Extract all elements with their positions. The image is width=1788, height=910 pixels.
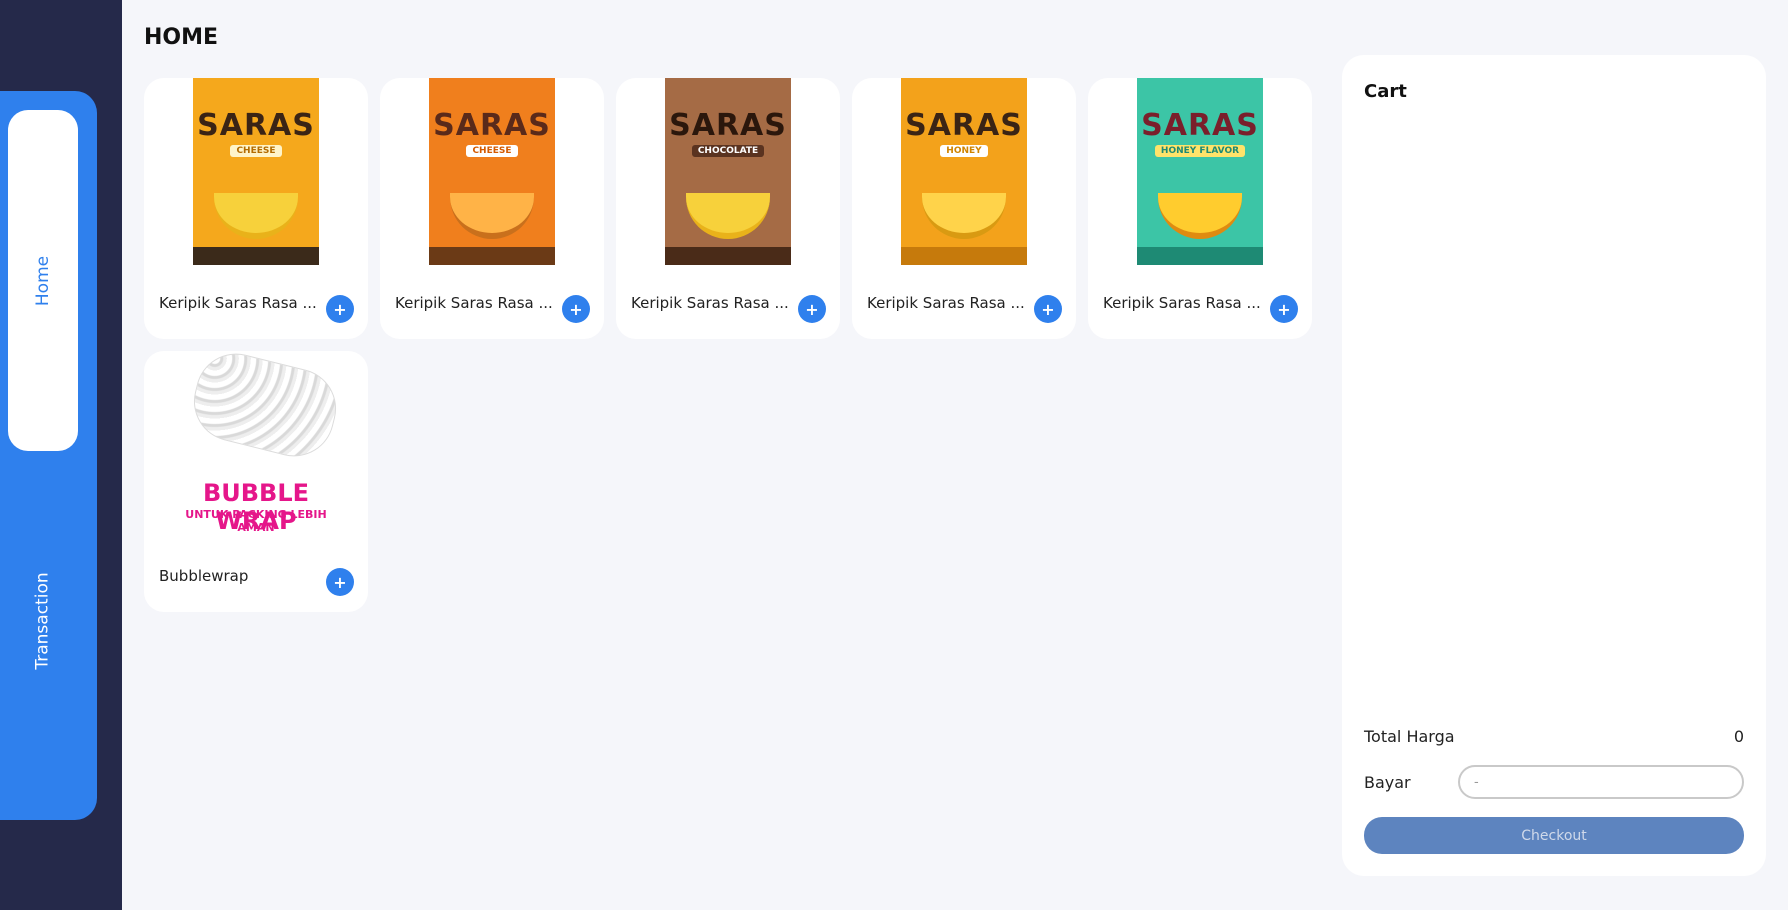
page-title: HOME xyxy=(144,25,219,50)
product-name: Bubblewrap xyxy=(159,567,249,585)
product-name: Keripik Saras Rasa ... xyxy=(867,294,1025,312)
product-name: Keripik Saras Rasa ... xyxy=(631,294,789,312)
product-image: SARAS CHEESE xyxy=(429,78,555,265)
product-image: SARAS CHEESE xyxy=(193,78,319,265)
banana-graphic xyxy=(1158,193,1242,239)
pack-flavor: HONEY xyxy=(940,145,988,157)
product-card: BUBBLE WRAP UNTUK PACKING LEBIH AMAN Bub… xyxy=(144,345,368,612)
banana-graphic xyxy=(686,193,770,239)
bubble-art-subtitle: UNTUK PACKING LEBIH AMAN xyxy=(185,508,327,534)
total-price-label: Total Harga xyxy=(1364,727,1455,746)
snack-pack-image: SARAS CHEESE xyxy=(429,78,555,265)
add-to-cart-button[interactable]: + xyxy=(326,568,354,596)
add-to-cart-button[interactable]: + xyxy=(1270,295,1298,323)
pack-brand: SARAS xyxy=(433,108,551,143)
pack-flavor: HONEY FLAVOR xyxy=(1154,145,1246,157)
checkout-button[interactable]: Checkout xyxy=(1364,817,1744,854)
product-image: SARAS CHOCOLATE xyxy=(665,78,791,265)
product-card: SARAS CHEESE Keripik Saras Rasa ... + xyxy=(380,78,604,339)
product-name: Keripik Saras Rasa ... xyxy=(395,294,553,312)
snack-pack-image: SARAS HONEY xyxy=(901,78,1027,265)
add-to-cart-button[interactable]: + xyxy=(1034,295,1062,323)
pack-flavor: CHEESE xyxy=(230,145,282,157)
pack-strip xyxy=(901,247,1027,265)
snack-pack-image: SARAS HONEY FLAVOR xyxy=(1137,78,1263,265)
add-to-cart-button[interactable]: + xyxy=(798,295,826,323)
add-to-cart-button[interactable]: + xyxy=(326,295,354,323)
pack-flavor: CHEESE xyxy=(466,145,518,157)
sidebar-item-transaction[interactable]: Transaction xyxy=(8,511,78,731)
pay-label: Bayar xyxy=(1364,773,1411,792)
sidebar-item-label: Home xyxy=(32,255,53,306)
product-image: SARAS HONEY FLAVOR xyxy=(1137,78,1263,265)
add-to-cart-button[interactable]: + xyxy=(562,295,590,323)
product-name: Keripik Saras Rasa ... xyxy=(159,294,317,312)
cart-panel: Cart Total Harga 0 Bayar Checkout xyxy=(1342,55,1766,876)
banana-graphic xyxy=(922,193,1006,239)
product-card: SARAS HONEY FLAVOR Keripik Saras Rasa ..… xyxy=(1088,78,1312,339)
snack-pack-image: SARAS CHOCOLATE xyxy=(665,78,791,265)
pack-strip xyxy=(1137,247,1263,265)
pack-strip xyxy=(193,247,319,265)
pack-strip xyxy=(665,247,791,265)
cart-title: Cart xyxy=(1364,81,1407,102)
pack-brand: SARAS xyxy=(669,108,787,143)
pack-brand: SARAS xyxy=(197,108,315,143)
bubblewrap-image: BUBBLE WRAP UNTUK PACKING LEBIH AMAN xyxy=(166,345,346,535)
product-card: SARAS HONEY Keripik Saras Rasa ... + xyxy=(852,78,1076,339)
product-card: SARAS CHOCOLATE Keripik Saras Rasa ... + xyxy=(616,78,840,339)
sidebar-item-home[interactable]: Home xyxy=(8,110,78,451)
snack-pack-image: SARAS CHEESE xyxy=(193,78,319,265)
banana-graphic xyxy=(450,193,534,239)
total-price-value: 0 xyxy=(1733,727,1744,746)
pack-brand: SARAS xyxy=(1141,108,1259,143)
banana-graphic xyxy=(214,193,298,239)
pack-flavor: CHOCOLATE xyxy=(691,145,765,157)
product-name: Keripik Saras Rasa ... xyxy=(1103,294,1261,312)
pay-input[interactable] xyxy=(1458,765,1744,799)
pack-strip xyxy=(429,247,555,265)
bubble-roll-graphic xyxy=(185,345,345,465)
product-image: SARAS HONEY xyxy=(901,78,1027,265)
product-card: SARAS CHEESE Keripik Saras Rasa ... + xyxy=(144,78,368,339)
sidebar-item-label: Transaction xyxy=(33,572,54,670)
sidebar-nav-panel: Home Transaction xyxy=(0,91,97,820)
pack-brand: SARAS xyxy=(905,108,1023,143)
sidebar: Home Transaction xyxy=(0,0,122,910)
